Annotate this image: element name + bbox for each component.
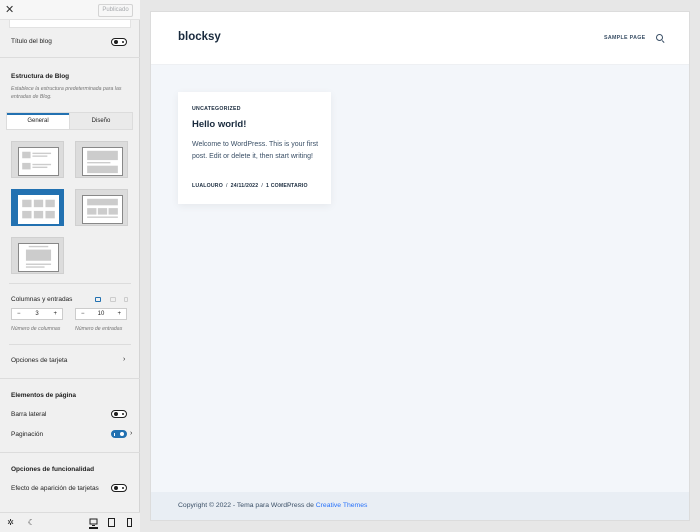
creative-themes-link[interactable]: Creative Themes: [316, 502, 368, 509]
post-author[interactable]: LUALOURO: [192, 183, 223, 189]
post-comments[interactable]: 1 COMENTARIO: [266, 183, 308, 189]
desktop-preview-icon[interactable]: [89, 518, 98, 529]
gear-icon[interactable]: ✲: [6, 518, 15, 527]
meta-separator: /: [226, 183, 228, 189]
post-category[interactable]: UNCATEGORIZED: [192, 106, 241, 112]
pagination-label: Paginación: [11, 431, 44, 438]
card-effect-label: Efecto de aparición de tarjetas: [11, 485, 99, 492]
post-title[interactable]: Hello world!: [192, 119, 246, 130]
post-meta: LUALOURO/24/11/2022/1 COMENTARIO: [192, 183, 308, 189]
columns-hint: Número de columnas: [11, 326, 61, 332]
layout-gutenberg-icon: [18, 243, 59, 272]
layout-enhanced-grid-icon: [82, 195, 123, 224]
tablet-preview-icon[interactable]: [107, 518, 116, 527]
moon-icon[interactable]: ☾: [27, 518, 36, 527]
tab-general[interactable]: General: [7, 113, 69, 129]
site-footer: Copyright © 2022 - Tema para WordPress d…: [151, 492, 689, 520]
mobile-preview-icon[interactable]: [125, 518, 134, 527]
nav-sample-page[interactable]: SAMPLE PAGE: [604, 35, 645, 41]
tab-design[interactable]: Diseño: [69, 113, 132, 129]
site-preview: blocksy SAMPLE PAGE UNCATEGORIZED Hello …: [150, 11, 690, 521]
layout-option-gutenberg[interactable]: [11, 237, 64, 274]
sidebar-footer: ✲ ☾: [0, 512, 140, 532]
close-icon[interactable]: ✕: [5, 3, 14, 17]
copyright-prefix: Copyright © 2022 - Tema para WordPress d…: [178, 502, 316, 509]
columns-stepper[interactable]: 3 − +: [11, 308, 63, 320]
divider: [0, 452, 140, 453]
card-options-label[interactable]: Opciones de tarjeta: [11, 357, 67, 364]
page-elements-heading: Elementos de página: [11, 392, 77, 399]
posts-hint: Número de entradas: [75, 326, 123, 332]
blog-structure-heading: Estructura de Blog: [11, 73, 70, 80]
post-date: 24/11/2022: [230, 183, 259, 189]
columns-increase-button[interactable]: +: [53, 309, 57, 319]
chevron-right-icon[interactable]: ›: [123, 356, 125, 363]
meta-separator: /: [261, 183, 263, 189]
card-effect-toggle[interactable]: [111, 484, 127, 492]
columns-posts-label: Columnas y entradas: [11, 296, 73, 303]
site-title[interactable]: blocksy: [178, 31, 221, 43]
desktop-device-icon[interactable]: [95, 297, 101, 302]
copyright-text: Copyright © 2022 - Tema para WordPress d…: [178, 502, 367, 509]
blog-title-label: Título del blog: [11, 38, 52, 45]
layout-option-grid[interactable]: [11, 189, 64, 226]
divider: [9, 283, 131, 284]
layout-simple-icon: [18, 147, 59, 176]
previous-panel-edge: [9, 20, 131, 28]
chevron-right-icon[interactable]: ›: [130, 430, 132, 437]
customizer-sidebar: ✕ Publicado Título del blog Estructura d…: [0, 0, 140, 532]
search-icon[interactable]: [656, 34, 663, 41]
sidebar-toggle[interactable]: [111, 410, 127, 418]
layout-option-classic[interactable]: [75, 141, 128, 178]
divider: [0, 57, 140, 58]
blog-structure-description: Establece la estructura predeterminada p…: [11, 86, 122, 100]
layout-option-simple[interactable]: [11, 141, 64, 178]
blog-title-toggle[interactable]: [111, 38, 127, 46]
divider: [0, 378, 140, 379]
tablet-device-icon[interactable]: [110, 297, 116, 302]
pagination-toggle[interactable]: [111, 430, 127, 438]
structure-tabs: General Diseño: [6, 112, 133, 130]
layout-option-enhanced-grid[interactable]: [75, 189, 128, 226]
columns-decrease-button[interactable]: −: [17, 309, 21, 319]
sidebar-label: Barra lateral: [11, 411, 47, 418]
layout-classic-icon: [82, 147, 123, 176]
mobile-device-icon[interactable]: [124, 297, 128, 302]
post-card: UNCATEGORIZED Hello world! Welcome to Wo…: [178, 92, 331, 204]
posts-increase-button[interactable]: +: [117, 309, 121, 319]
post-excerpt: Welcome to WordPress. This is your first…: [192, 141, 319, 160]
divider: [9, 344, 131, 345]
functionality-heading: Opciones de funcionalidad: [11, 466, 95, 473]
publish-button[interactable]: Publicado: [98, 4, 133, 17]
layout-grid-icon: [18, 195, 59, 224]
posts-decrease-button[interactable]: −: [81, 309, 85, 319]
posts-stepper[interactable]: 10 − +: [75, 308, 127, 320]
sidebar-header: ✕ Publicado: [0, 0, 140, 20]
site-header: blocksy SAMPLE PAGE: [151, 12, 689, 65]
